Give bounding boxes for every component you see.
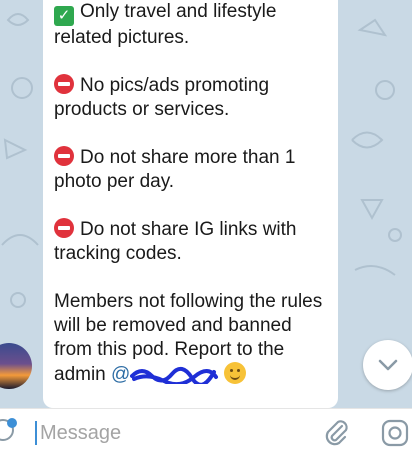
chevron-down-icon — [378, 359, 398, 371]
instagram-camera-icon[interactable] — [380, 418, 410, 448]
admin-mention-link[interactable]: @ — [111, 364, 130, 385]
message-text: ✓ Only travel and lifestyle related pictu… — [54, 0, 334, 411]
rule-4: Do not share IG links with tracking code… — [54, 218, 297, 264]
paperclip-icon[interactable] — [322, 418, 350, 446]
smiley-emoji-icon — [224, 362, 247, 384]
rule-1: ✓ Only travel and lifestyle related pictu… — [54, 1, 277, 48]
no-entry-icon — [54, 218, 74, 238]
emoji-sticker-icon[interactable] — [0, 417, 18, 443]
closing-paragraph: Members not following the rules will be … — [54, 291, 323, 385]
text-cursor — [35, 421, 37, 445]
no-entry-icon — [54, 146, 74, 166]
redaction-scribble — [130, 366, 219, 384]
message-input[interactable] — [38, 417, 282, 449]
check-mark-button-icon: ✓ — [54, 6, 74, 26]
scroll-to-bottom-button[interactable] — [363, 340, 412, 390]
no-entry-icon — [54, 74, 74, 94]
message-composer — [0, 408, 412, 455]
rule-3: Do not share more than 1 photo per day. — [54, 146, 296, 192]
rule-2: No pics/ads promoting products or servic… — [54, 74, 270, 120]
